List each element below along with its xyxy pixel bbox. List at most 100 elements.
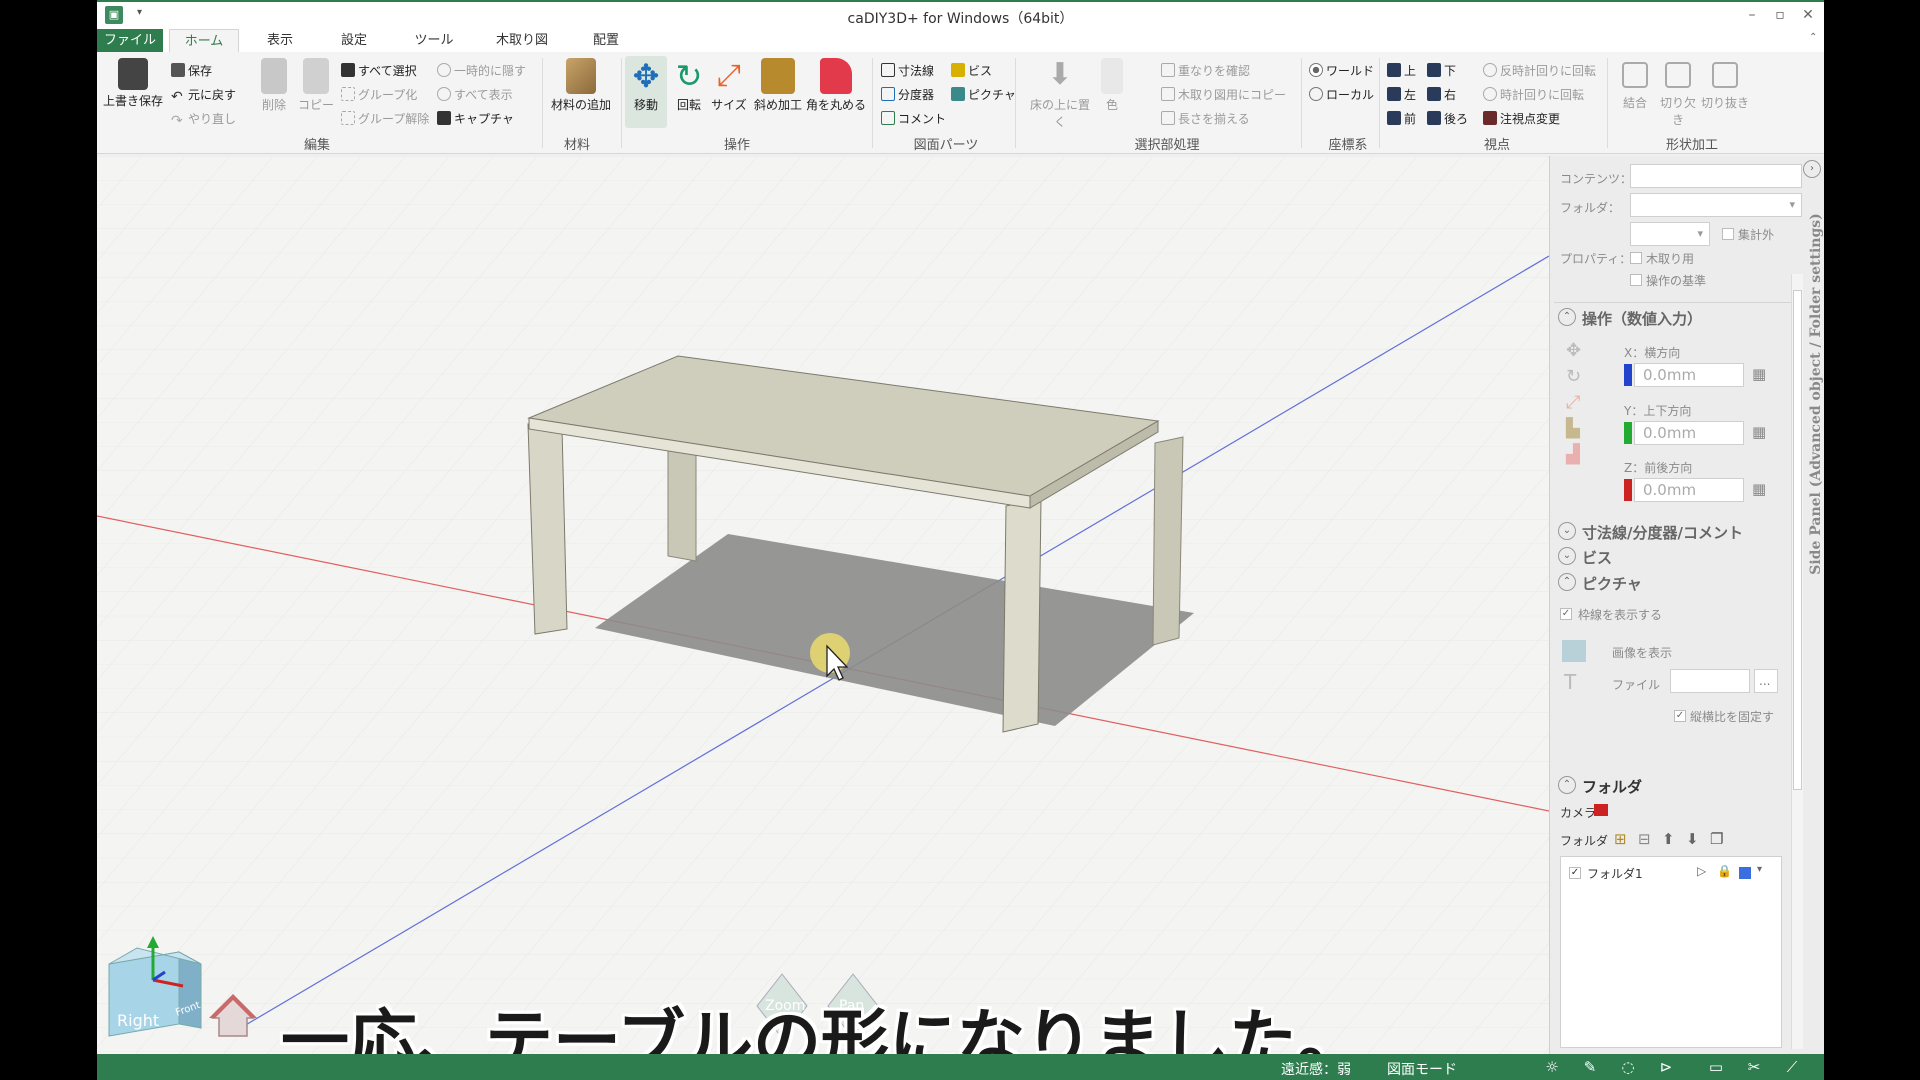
speech-bubble-icon[interactable]: ◌ bbox=[1619, 1058, 1637, 1076]
ungroup-button[interactable]: グループ解除 bbox=[341, 110, 429, 127]
play-icon[interactable]: ▷ bbox=[1697, 864, 1706, 878]
local-radio[interactable]: ローカル bbox=[1309, 86, 1374, 103]
lightbulb-icon[interactable]: ☼ bbox=[1543, 1058, 1561, 1076]
show-all-button[interactable]: すべて表示 bbox=[437, 86, 513, 103]
collapse-op-icon[interactable]: ⌃ bbox=[1558, 308, 1576, 326]
3d-viewport[interactable]: Right Front Zoom Pan 一応、テーブルの形になりました。 bbox=[97, 156, 1549, 1054]
copy-button[interactable]: コピー bbox=[297, 58, 335, 113]
maximize-icon[interactable]: ▫ bbox=[1770, 6, 1790, 24]
folder-select[interactable]: ▾ bbox=[1630, 193, 1802, 217]
add-material-button[interactable]: 材料の追加 bbox=[548, 58, 614, 113]
tab-file[interactable]: ファイル bbox=[97, 29, 163, 52]
calculator-icon[interactable]: ▦ bbox=[1752, 365, 1766, 383]
undo-button[interactable]: ↶ 元に戻す bbox=[171, 86, 236, 105]
select-all-button[interactable]: すべて選択 bbox=[341, 62, 417, 79]
add-folder-icon[interactable]: ⊞ bbox=[1614, 830, 1627, 848]
text-icon[interactable]: T bbox=[1564, 670, 1576, 694]
view-right-button[interactable]: 右 bbox=[1427, 86, 1456, 103]
notch-button[interactable]: 切り欠き bbox=[1657, 58, 1699, 128]
content-field[interactable] bbox=[1630, 164, 1802, 188]
place-on-floor-button[interactable]: ⬇ 床の上に置く bbox=[1025, 58, 1095, 130]
align-length-button[interactable]: 長さを揃える bbox=[1161, 110, 1250, 127]
expand-screw-icon[interactable]: ⌄ bbox=[1558, 547, 1576, 565]
move-down-icon[interactable]: ⬇ bbox=[1686, 830, 1699, 848]
redo-button[interactable]: ↷ やり直し bbox=[171, 110, 236, 129]
dim-section-title[interactable]: 寸法線/分度器/コメント bbox=[1582, 522, 1743, 543]
color-button[interactable]: 色 bbox=[1099, 58, 1125, 113]
move-button[interactable]: ✥ 移動 bbox=[625, 56, 667, 128]
tools-icon[interactable]: ✂ bbox=[1745, 1058, 1763, 1076]
file-input[interactable] bbox=[1670, 669, 1750, 693]
picture-section-title[interactable]: ピクチャ bbox=[1582, 573, 1642, 594]
folder-visible-checkbox[interactable]: ✓ bbox=[1569, 867, 1581, 879]
group-button[interactable]: グループ化 bbox=[341, 86, 417, 103]
exclude-count-checkbox[interactable] bbox=[1722, 228, 1734, 240]
protractor-button[interactable]: 分度器 bbox=[881, 86, 934, 103]
book-icon[interactable]: ▭ bbox=[1707, 1058, 1725, 1076]
lock-icon[interactable]: 🔒 bbox=[1717, 864, 1732, 878]
mode-status[interactable]: 図面モード bbox=[1387, 1059, 1457, 1079]
tab-settings[interactable]: 設定 bbox=[321, 29, 387, 52]
keep-ratio-checkbox[interactable]: ✓ bbox=[1674, 710, 1686, 722]
op-base-checkbox[interactable] bbox=[1630, 274, 1642, 286]
view-back-button[interactable]: 後ろ bbox=[1427, 110, 1468, 127]
op-move-icon[interactable]: ✥ bbox=[1566, 340, 1581, 361]
camera-icon[interactable] bbox=[1594, 804, 1608, 816]
remove-folder-icon[interactable]: ⊟ bbox=[1638, 830, 1651, 848]
ruler-icon[interactable]: ⟋ bbox=[1783, 1058, 1801, 1076]
tab-layout[interactable]: 配置 bbox=[575, 29, 637, 52]
calculator-icon[interactable]: ▦ bbox=[1752, 423, 1766, 441]
panel-toggle-icon[interactable]: › bbox=[1803, 160, 1821, 178]
play-step-icon[interactable]: ⊳ bbox=[1657, 1058, 1675, 1076]
screw-button[interactable]: ビス bbox=[951, 62, 992, 79]
rotate-ccw-button[interactable]: 反時計回りに回転 bbox=[1483, 62, 1596, 79]
join-button[interactable]: 結合 bbox=[1615, 58, 1655, 111]
op-rotate-icon[interactable]: ↻ bbox=[1566, 366, 1581, 387]
folder-item-label[interactable]: フォルダ1 bbox=[1587, 865, 1643, 882]
scrollbar-thumb[interactable] bbox=[1793, 290, 1802, 790]
y-value-input[interactable]: 0.0mm bbox=[1634, 421, 1744, 445]
view-left-button[interactable]: 左 bbox=[1387, 86, 1416, 103]
view-bottom-button[interactable]: 下 bbox=[1427, 62, 1456, 79]
folder-color-swatch[interactable] bbox=[1739, 867, 1751, 879]
rotate-cw-button[interactable]: 時計回りに回転 bbox=[1483, 86, 1584, 103]
x-value-input[interactable]: 0.0mm bbox=[1634, 363, 1744, 387]
change-focus-button[interactable]: 注視点変更 bbox=[1483, 110, 1560, 127]
op-size-icon[interactable]: ⤢ bbox=[1566, 392, 1580, 413]
overwrite-save-button[interactable]: 上書き保存 bbox=[103, 58, 163, 109]
world-radio[interactable]: ワールド bbox=[1309, 62, 1374, 79]
size-button[interactable]: ⤢ サイズ bbox=[709, 58, 749, 113]
comment-button[interactable]: コメント bbox=[881, 110, 946, 127]
rotate-button[interactable]: ↻ 回転 bbox=[669, 58, 709, 113]
delete-button[interactable]: 削除 bbox=[255, 58, 293, 113]
bevel-button[interactable]: 斜め加工 bbox=[751, 58, 805, 113]
move-up-icon[interactable]: ⬆ bbox=[1662, 830, 1675, 848]
op-round-icon[interactable]: ▟ bbox=[1566, 444, 1580, 465]
tab-view[interactable]: 表示 bbox=[247, 29, 313, 52]
side-panel-scrollbar[interactable] bbox=[1791, 274, 1803, 1049]
file-browse-button[interactable]: ... bbox=[1754, 669, 1778, 693]
op-bevel-icon[interactable]: ▙ bbox=[1566, 418, 1580, 439]
picture-button[interactable]: ピクチャ bbox=[951, 86, 1016, 103]
folder-tree[interactable]: ✓ フォルダ1 ▷ 🔒 ▾ bbox=[1560, 856, 1782, 1048]
minimize-icon[interactable]: – bbox=[1742, 6, 1762, 24]
image-icon[interactable] bbox=[1562, 640, 1586, 662]
show-frame-checkbox[interactable]: ✓ bbox=[1560, 608, 1572, 620]
check-overlap-button[interactable]: 重なりを確認 bbox=[1161, 62, 1250, 79]
view-top-button[interactable]: 上 bbox=[1387, 62, 1416, 79]
tab-home[interactable]: ホーム bbox=[169, 29, 239, 52]
folder-section-title[interactable]: フォルダ bbox=[1582, 776, 1642, 797]
capture-button[interactable]: キャプチャ bbox=[437, 110, 514, 127]
for-cutting-checkbox[interactable] bbox=[1630, 252, 1642, 264]
collapse-picture-icon[interactable]: ⌃ bbox=[1558, 573, 1576, 591]
tab-tools[interactable]: ツール bbox=[399, 29, 469, 52]
dimension-button[interactable]: 寸法線 bbox=[881, 62, 934, 79]
collapse-ribbon-icon[interactable]: ⌃ bbox=[1809, 32, 1817, 43]
save-button[interactable]: 保存 bbox=[171, 62, 212, 79]
brush-icon[interactable]: ✎ bbox=[1581, 1058, 1599, 1076]
collapse-folder-icon[interactable]: ⌃ bbox=[1558, 776, 1576, 794]
copy-for-cutting-button[interactable]: 木取り図用にコピー bbox=[1161, 86, 1286, 103]
calculator-icon[interactable]: ▦ bbox=[1752, 480, 1766, 498]
cut-out-button[interactable]: 切り抜き bbox=[1701, 58, 1749, 111]
close-icon[interactable]: ✕ bbox=[1798, 6, 1818, 24]
